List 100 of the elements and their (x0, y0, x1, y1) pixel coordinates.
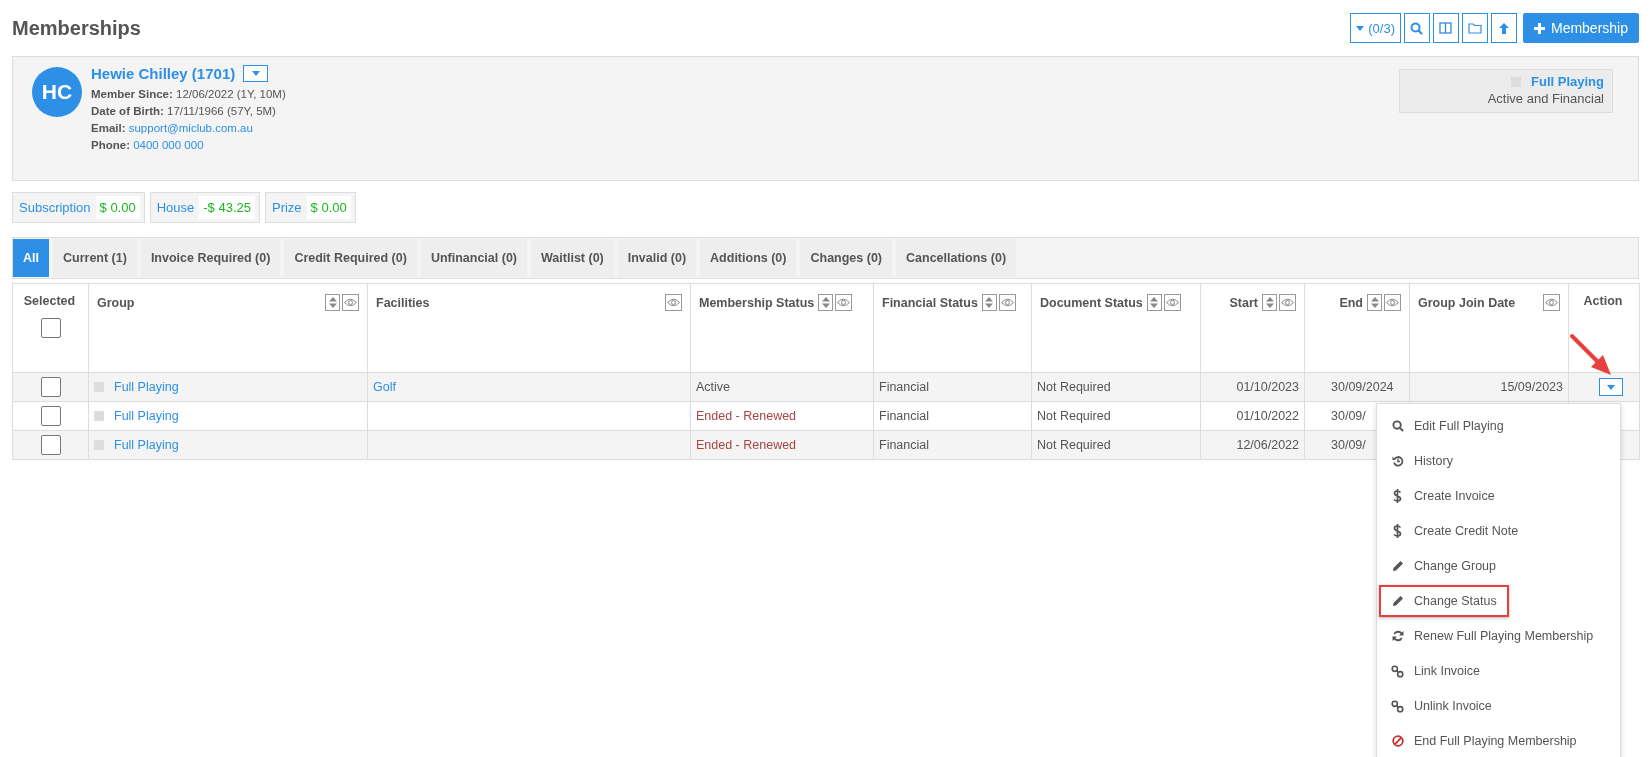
eye-icon[interactable] (1163, 294, 1181, 311)
eye-icon[interactable] (1543, 294, 1560, 311)
filter-button[interactable]: (0/3) (1350, 13, 1401, 43)
menu-item[interactable]: Change Status (1379, 585, 1509, 617)
link-icon (1391, 664, 1404, 678)
upload-button[interactable] (1490, 13, 1517, 43)
table-cell: Ended - Renewed (696, 438, 797, 452)
menu-item[interactable]: Create Credit Note (1379, 515, 1616, 547)
tab[interactable]: Credit Required (0) (284, 239, 417, 277)
plus-icon (1533, 22, 1545, 34)
balance-label: House (155, 200, 196, 215)
menu-item[interactable]: Unlink Invoice (1379, 690, 1616, 722)
column-title: Document Status (1040, 295, 1143, 310)
tab[interactable]: Unfinancial (0) (420, 239, 527, 277)
field-label: Email: (91, 122, 126, 134)
avatar: HC (32, 67, 82, 117)
menu-item[interactable]: History (1379, 445, 1616, 477)
tab[interactable]: Invoice Required (0) (140, 239, 281, 277)
menu-item[interactable]: Create Invoice (1379, 480, 1616, 512)
table-cell: 01/10/2022 (1236, 409, 1299, 423)
menu-item[interactable]: Edit Full Playing (1379, 410, 1616, 442)
sort-icon[interactable] (818, 294, 834, 311)
table-cell: 30/09/2024 (1331, 380, 1394, 394)
membership-group: Full Playing (1531, 74, 1604, 89)
tab[interactable]: Waitlist (0) (531, 239, 614, 277)
caret-icon (1607, 384, 1615, 390)
row-checkbox[interactable] (40, 377, 61, 397)
table-cell: 15/09/2023 (1500, 380, 1563, 394)
eye-icon[interactable] (1384, 294, 1401, 311)
sort-icon[interactable] (981, 294, 997, 311)
history-icon (1391, 455, 1404, 467)
action-dropdown-button[interactable] (1599, 378, 1623, 396)
tab[interactable]: Current (1) (53, 239, 137, 277)
tab[interactable]: Cancellations (0) (896, 239, 1017, 277)
folder-button[interactable] (1461, 13, 1488, 43)
tab[interactable]: Additions (0) (700, 239, 797, 277)
membership-status: Active and Financial (1487, 91, 1604, 106)
table-cell: Active (696, 380, 731, 394)
page-title: Memberships (12, 16, 141, 40)
column-title: Start (1229, 295, 1258, 310)
eye-icon[interactable] (998, 294, 1016, 311)
caret-icon (251, 71, 260, 76)
balance-amount: $ 0.00 (95, 196, 140, 219)
menu-item[interactable]: Change Group (1379, 550, 1616, 582)
tab[interactable]: Invalid (0) (617, 239, 697, 277)
sort-icon[interactable] (1146, 294, 1162, 311)
ban-icon (1391, 735, 1404, 747)
table-cell: Not Required (1037, 380, 1111, 394)
column-title: Financial Status (882, 295, 978, 310)
balance-label: Prize (271, 200, 303, 215)
search-icon (1391, 420, 1404, 432)
sort-icon[interactable] (1367, 294, 1382, 311)
eye-icon[interactable] (835, 294, 853, 311)
row-checkbox[interactable] (40, 406, 61, 426)
add-membership-button[interactable]: Membership (1522, 13, 1639, 43)
field-value: 12/06/2022 (1Y, 10M) (176, 88, 286, 100)
link-icon (1391, 699, 1404, 713)
field-label: Phone: (91, 139, 130, 151)
menu-item[interactable]: Renew Full Playing Membership (1379, 620, 1616, 652)
field-value: 17/11/1966 (57Y, 5M) (167, 105, 276, 117)
columns-icon (1439, 22, 1453, 34)
sort-icon[interactable] (1262, 294, 1277, 311)
dollar-icon (1393, 524, 1402, 538)
column-title: Membership Status (699, 295, 815, 310)
column-title: End (1339, 295, 1363, 310)
sort-icon[interactable] (325, 294, 340, 311)
eye-icon[interactable] (1279, 294, 1296, 311)
member-dropdown-button[interactable] (243, 65, 269, 82)
row-checkbox[interactable] (40, 435, 61, 455)
eye-icon[interactable] (342, 294, 359, 311)
column-title: Facilities (376, 295, 430, 310)
tab[interactable]: Changes (0) (800, 239, 893, 277)
field-label: Member Since: (91, 88, 173, 100)
column-title: Selected (23, 294, 76, 308)
table-cell: Financial (879, 438, 930, 452)
search-icon (1410, 21, 1424, 35)
pencil-icon (1391, 595, 1404, 607)
balance-label: Subscription (18, 200, 92, 215)
table-cell: Not Required (1037, 438, 1111, 452)
menu-item[interactable]: End Full Playing Membership (1379, 725, 1616, 757)
tab[interactable]: All (13, 239, 49, 277)
field-label: Date of Birth: (91, 105, 164, 117)
table-cell: Financial (879, 380, 930, 394)
select-all-checkbox[interactable] (40, 318, 61, 338)
dollar-icon (1393, 489, 1402, 503)
table-cell: 01/10/2023 (1236, 380, 1299, 394)
table-cell: 30/09/ (1331, 438, 1366, 452)
eye-icon[interactable] (665, 294, 682, 311)
columns-button[interactable] (1432, 13, 1459, 43)
table-cell: Ended - Renewed (696, 409, 797, 423)
column-title: Group Join Date (1418, 295, 1516, 310)
group-link[interactable]: Full Playing (114, 408, 179, 423)
search-button[interactable] (1403, 13, 1430, 43)
arrow-up-icon (1497, 21, 1510, 35)
menu-item[interactable]: Link Invoice (1379, 655, 1616, 687)
balance-amount: $ 0.00 (306, 196, 351, 219)
balance-amount: -$ 43.25 (199, 196, 255, 219)
caret-icon (1356, 25, 1365, 31)
table-cell: 12/06/2022 (1236, 438, 1299, 452)
folder-icon (1467, 22, 1482, 34)
